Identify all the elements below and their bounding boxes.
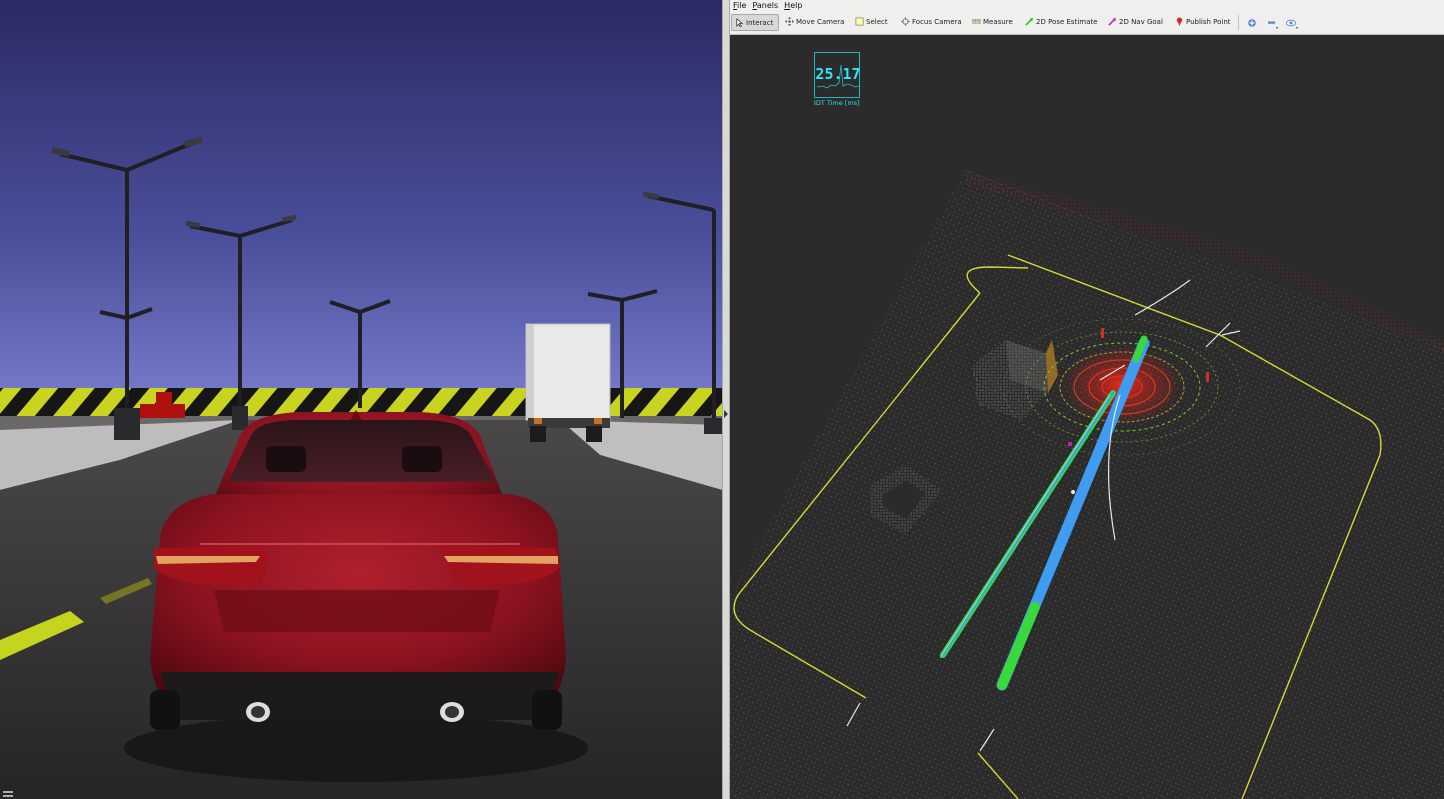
box-truck — [525, 323, 611, 442]
idt-time-panel: 25.17 — [814, 52, 861, 98]
tool-interact-label: Interact — [746, 19, 774, 27]
simulator-view — [0, 0, 722, 799]
cursor-icon — [736, 18, 744, 27]
measure-icon — [972, 19, 981, 24]
green-arrow-icon — [1025, 17, 1034, 26]
tool-2d-nav-goal-label: 2D Nav Goal — [1119, 18, 1163, 26]
idt-time-value: 25.17 — [815, 65, 861, 83]
move-camera-icon — [785, 17, 794, 26]
select-icon — [855, 17, 864, 26]
remove-icon[interactable] — [1267, 18, 1279, 30]
split-arrow-icon — [724, 410, 728, 418]
toolbar-separator — [1238, 15, 1239, 30]
menu-help[interactable]: Help — [781, 0, 805, 11]
menu-panels[interactable]: Panels — [749, 0, 781, 11]
marker-white — [1071, 490, 1075, 494]
tool-focus-camera[interactable]: Focus Camera — [898, 14, 965, 31]
tool-publish-point-label: Publish Point — [1186, 18, 1231, 26]
tool-publish-point[interactable]: Publish Point — [1172, 14, 1234, 31]
tool-measure[interactable]: Measure — [969, 14, 1016, 31]
tool-move-camera-label: Move Camera — [796, 18, 845, 26]
menu-file[interactable]: File — [730, 0, 749, 11]
eye-icon[interactable] — [1286, 18, 1300, 30]
rviz-window: File Panels Help Interact Move Camera Sele… — [730, 0, 1444, 799]
tool-2d-pose-estimate-label: 2D Pose Estimate — [1036, 18, 1098, 26]
tool-interact[interactable]: Interact — [731, 14, 779, 31]
idt-time-label: IDT Time [ms] — [814, 99, 860, 107]
magenta-arrow-icon — [1108, 17, 1117, 26]
tool-bar: Interact Move Camera Select Focus Camera… — [730, 11, 1444, 35]
pointcloud-scene[interactable] — [730, 35, 1444, 799]
menu-bar: File Panels Help — [730, 0, 1444, 11]
marker-magenta — [1068, 442, 1072, 446]
tool-measure-label: Measure — [983, 18, 1013, 26]
tool-2d-nav-goal[interactable]: 2D Nav Goal — [1105, 14, 1166, 31]
tool-move-camera[interactable]: Move Camera — [782, 14, 847, 31]
tool-select-label: Select — [866, 18, 888, 26]
add-icon[interactable] — [1247, 18, 1257, 28]
marker-red-b — [1206, 372, 1209, 382]
tool-focus-camera-label: Focus Camera — [912, 18, 962, 26]
focus-camera-icon — [901, 17, 910, 26]
red-pin-icon — [1176, 17, 1183, 26]
3d-viewport[interactable]: 25.17 IDT Time [ms] — [730, 35, 1444, 799]
split-handle[interactable] — [722, 0, 730, 799]
tool-select[interactable]: Select — [852, 14, 891, 31]
marker-red-a — [1101, 328, 1104, 338]
tool-2d-pose-estimate[interactable]: 2D Pose Estimate — [1022, 14, 1100, 31]
simulator-scene — [0, 0, 722, 799]
